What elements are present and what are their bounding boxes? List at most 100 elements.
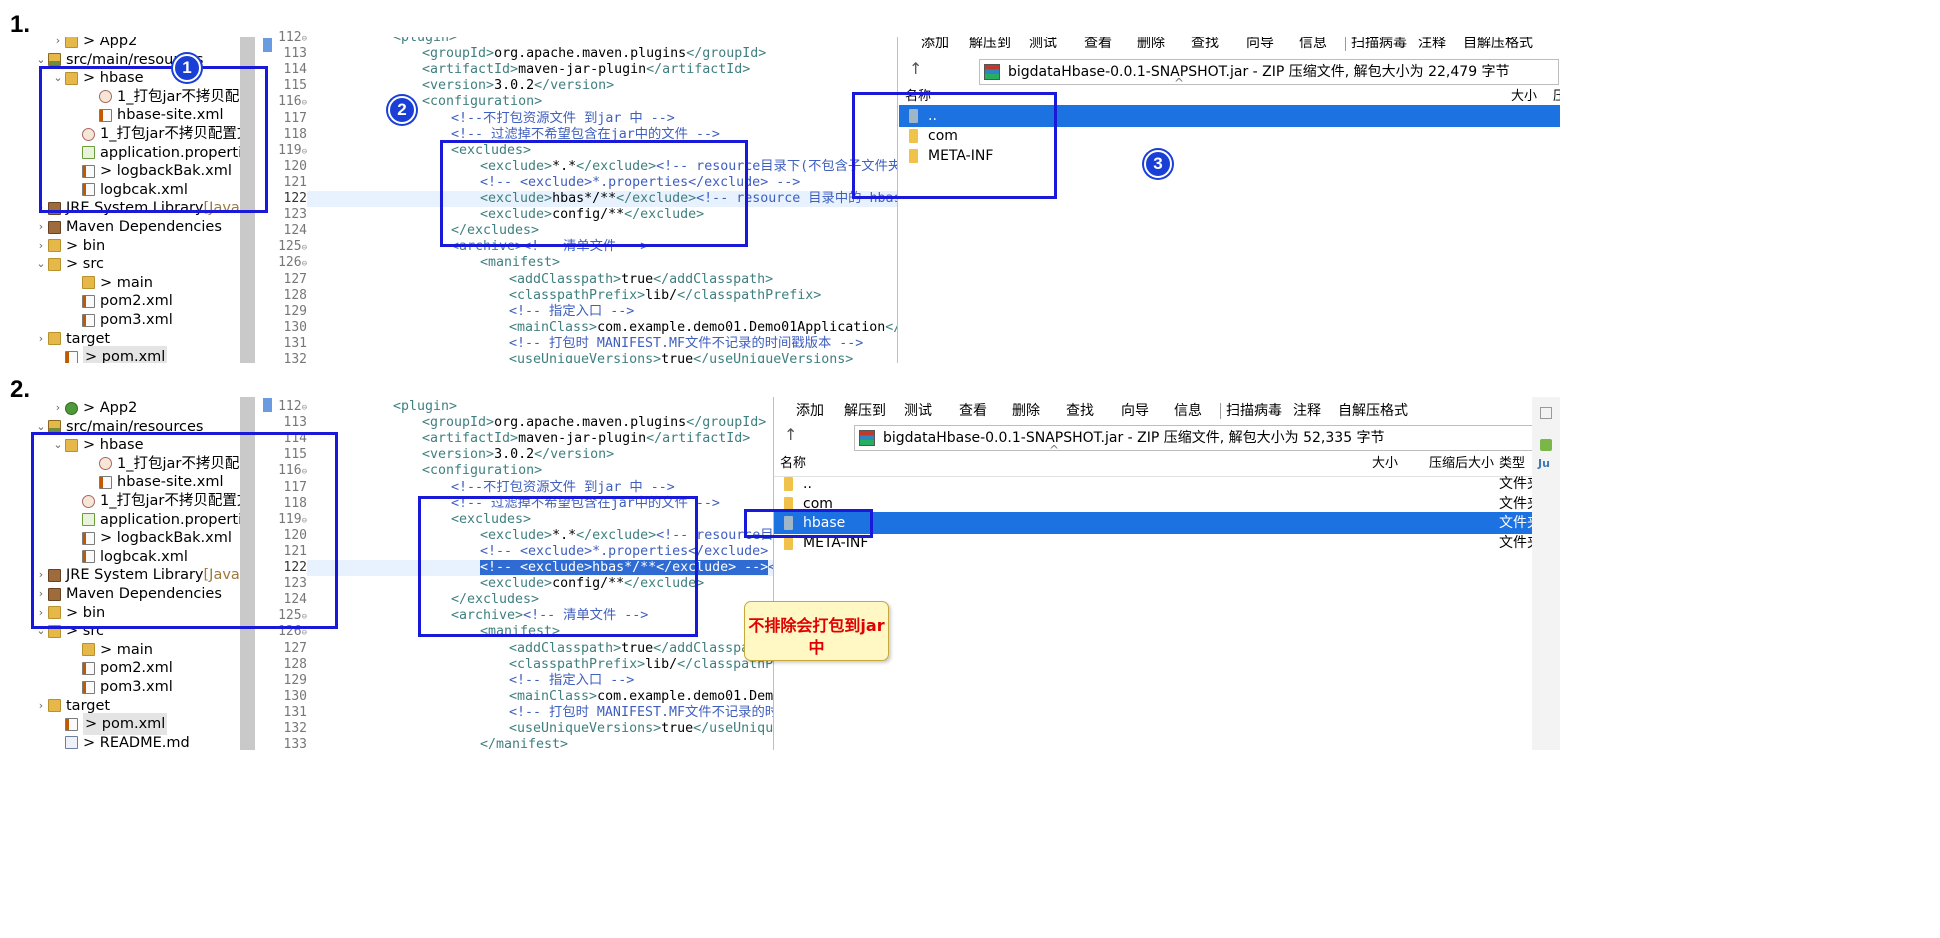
toolbar-separator bbox=[1220, 403, 1221, 419]
code-token: com.example.demo01.Demo01A bbox=[597, 688, 773, 704]
code-line[interactable]: <classpathPrefix>lib/</classpathPrefix> bbox=[509, 288, 821, 304]
code-line[interactable]: <mainClass>com.example.demo01.Demo01Appl… bbox=[509, 320, 897, 336]
view-icon[interactable] bbox=[1540, 407, 1552, 419]
code-line[interactable]: <configuration> bbox=[422, 463, 542, 479]
code-line[interactable]: <groupId>org.apache.maven.plugins</group… bbox=[422, 415, 766, 431]
toolbar-button-10[interactable]: 自解压格式 bbox=[1463, 37, 1533, 57]
folder-icon bbox=[48, 257, 61, 271]
archive-path-bar[interactable]: bigdataHbase-0.0.1-SNAPSHOT.jar - ZIP 压缩… bbox=[854, 425, 1532, 451]
folder-icon bbox=[82, 643, 95, 657]
column-header-name[interactable]: 名称 bbox=[780, 453, 806, 475]
pom3-file-label: pom3.xml bbox=[100, 312, 173, 328]
toolbar-button-1[interactable]: 解压到 bbox=[844, 397, 886, 425]
callout-note: 不排除会打包到jar中 bbox=[744, 601, 889, 661]
toolbar-button-3[interactable]: 查看 bbox=[1084, 37, 1112, 57]
line-number-value: 128 bbox=[283, 656, 307, 672]
code-line[interactable]: </manifest> bbox=[480, 737, 568, 750]
code-line[interactable]: <!-- 指定入口 --> bbox=[509, 304, 634, 320]
up-arrow-icon[interactable]: ↑ bbox=[909, 59, 922, 78]
line-number: 131 bbox=[255, 336, 307, 352]
code-line[interactable]: <plugin> bbox=[393, 399, 457, 415]
toolbar-button-8[interactable]: 扫描病毒 bbox=[1226, 397, 1282, 425]
pom-file[interactable]: > pom.xml bbox=[51, 346, 168, 363]
code-token: maven-jar-plugin bbox=[518, 431, 647, 447]
toolbar-button-6[interactable]: 向导 bbox=[1246, 37, 1274, 57]
code-line[interactable]: <plugin> bbox=[393, 37, 457, 46]
code-line[interactable]: <!-- 打包时 MANIFEST.MF文件不记录的时间戳版本 --> bbox=[509, 336, 863, 352]
code-line[interactable]: <configuration> bbox=[422, 94, 542, 110]
side-toolbar-strip: Ju bbox=[1532, 397, 1560, 750]
code-line[interactable]: <useUniqueVersions>true</useUniqueVersio… bbox=[509, 352, 853, 363]
toolbar-button-2[interactable]: 测试 bbox=[1029, 37, 1057, 57]
toolbar-button-7[interactable]: 信息 bbox=[1299, 37, 1327, 57]
code-line[interactable]: <version>3.0.2</version> bbox=[422, 447, 614, 463]
code-line[interactable]: <useUniqueVersions>true</useUniqueVe bbox=[509, 721, 773, 737]
archive-path-bar[interactable]: bigdataHbase-0.0.1-SNAPSHOT.jar - ZIP 压缩… bbox=[979, 59, 1559, 85]
toolbar-button-9[interactable]: 注释 bbox=[1418, 37, 1446, 57]
toolbar-button-5[interactable]: 查找 bbox=[1066, 397, 1094, 425]
step-2-label: 2. bbox=[10, 376, 31, 403]
line-number: 132 bbox=[255, 721, 307, 737]
expand-chevron-icon[interactable]: › bbox=[34, 328, 48, 350]
toolbar-button-6[interactable]: 向导 bbox=[1121, 397, 1149, 425]
up-arrow-icon[interactable]: ↑ bbox=[784, 425, 797, 444]
column-header-packed[interactable]: 压缩后大小 bbox=[1429, 453, 1494, 475]
toolbar-button-3[interactable]: 查看 bbox=[959, 397, 987, 425]
code-token: <addClasspath> bbox=[509, 640, 622, 656]
toolbar-button-2[interactable]: 测试 bbox=[904, 397, 932, 425]
expand-chevron-icon[interactable]: ⌄ bbox=[34, 253, 48, 275]
code-token: </artifactId> bbox=[646, 431, 751, 447]
code-line[interactable]: <addClasspath>true</addClasspath> bbox=[509, 641, 773, 657]
code-line[interactable]: <!-- 指定入口 --> bbox=[509, 673, 634, 689]
code-token: </version> bbox=[534, 447, 615, 463]
code-token: org.apache.maven.plugins bbox=[494, 46, 687, 62]
toolbar-button-9[interactable]: 注释 bbox=[1293, 397, 1321, 425]
code-line[interactable]: <!-- 打包时 MANIFEST.MF文件不记录的时间 bbox=[509, 705, 773, 721]
code-token: <mainClass> bbox=[509, 688, 598, 704]
toolbar-button-7[interactable]: 信息 bbox=[1174, 397, 1202, 425]
code-line[interactable]: <!--不打包资源文件 到jar 中 --> bbox=[451, 480, 675, 496]
line-number: 128 bbox=[255, 657, 307, 673]
readme-file-label: > README.md bbox=[83, 734, 190, 750]
code-token: lib/ bbox=[645, 287, 678, 303]
code-line[interactable]: <artifactId>maven-jar-plugin</artifactId… bbox=[422, 431, 750, 447]
code-token: </addClasspath> bbox=[653, 271, 774, 287]
code-token: 3.0.2 bbox=[494, 447, 535, 463]
code-line[interactable]: <groupId>org.apache.maven.plugins</group… bbox=[422, 46, 766, 62]
toolbar-button-4[interactable]: 删除 bbox=[1012, 397, 1040, 425]
toolbar-button-8[interactable]: 扫描病毒 bbox=[1351, 37, 1407, 57]
highlight-box-tree-2 bbox=[31, 432, 338, 629]
code-line[interactable]: <version>3.0.2</version> bbox=[422, 78, 614, 94]
code-line[interactable]: <classpathPrefix>lib/</classpathPref bbox=[509, 657, 773, 673]
toolbar-button-5[interactable]: 查找 bbox=[1191, 37, 1219, 57]
xml-icon bbox=[82, 313, 95, 327]
code-line[interactable]: <!--不打包资源文件 到jar 中 --> bbox=[451, 111, 675, 127]
code-line[interactable]: <manifest> bbox=[480, 255, 560, 271]
code-line[interactable]: <addClasspath>true</addClasspath> bbox=[509, 272, 773, 288]
code-token: maven-jar-plugin bbox=[518, 62, 647, 78]
pkg-icon bbox=[48, 53, 61, 67]
readme-file[interactable]: > README.md bbox=[51, 732, 190, 750]
pom3-file-label: pom3.xml bbox=[100, 679, 173, 695]
code-line[interactable]: <mainClass>com.example.demo01.Demo01A bbox=[509, 689, 773, 705]
xml-icon bbox=[65, 717, 78, 731]
column-header-size[interactable]: 大小 bbox=[1372, 453, 1398, 475]
xml-icon bbox=[82, 680, 95, 694]
code-token: </useUniqueVe bbox=[693, 721, 773, 736]
code-token: true bbox=[661, 721, 694, 736]
column-header-type[interactable]: 类型 bbox=[1499, 453, 1525, 475]
sort-caret-icon: ^ bbox=[1174, 76, 1185, 90]
code-line[interactable]: <artifactId>maven-jar-plugin</artifactId… bbox=[422, 62, 750, 78]
toolbar-button-4[interactable]: 删除 bbox=[1137, 37, 1165, 57]
toolbar-button-0[interactable]: 添加 bbox=[921, 37, 949, 57]
toolbar-button-0[interactable]: 添加 bbox=[796, 397, 824, 425]
toolbar-button-10[interactable]: 自解压格式 bbox=[1338, 397, 1408, 425]
archive-row-meta-inf[interactable]: META-INF bbox=[774, 532, 1532, 554]
md-icon bbox=[65, 736, 78, 750]
expand-chevron-icon[interactable]: › bbox=[34, 695, 48, 717]
outline-icon[interactable] bbox=[1540, 439, 1552, 451]
junit-icon[interactable]: Ju bbox=[1538, 457, 1550, 470]
code-token: </mainC bbox=[885, 319, 897, 335]
toolbar-button-1[interactable]: 解压到 bbox=[969, 37, 1011, 57]
code-token: 3.0.2 bbox=[494, 78, 535, 94]
